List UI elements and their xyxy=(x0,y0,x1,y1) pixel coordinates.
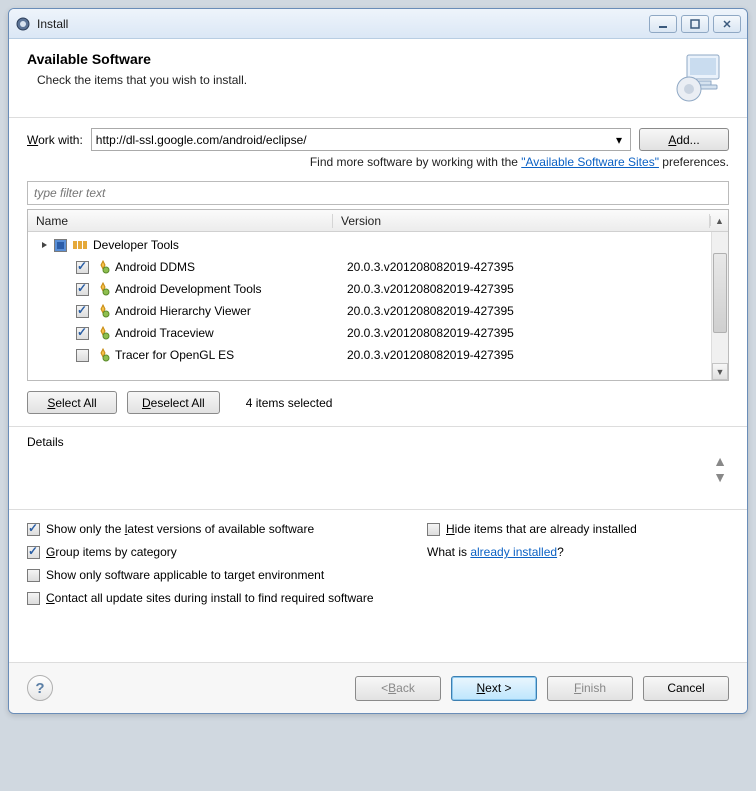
details-expand-icon[interactable]: ▲▼ xyxy=(713,435,729,485)
window-title: Install xyxy=(37,17,649,31)
tree-item-version: 20.0.3.v201208082019-427395 xyxy=(347,282,514,296)
page-title: Available Software xyxy=(27,51,661,67)
scroll-down-button[interactable]: ▼ xyxy=(712,363,728,380)
plugin-icon xyxy=(95,259,111,275)
item-checkbox[interactable] xyxy=(76,327,89,340)
deselect-all-button[interactable]: Deselect All xyxy=(127,391,220,414)
title-bar[interactable]: Install xyxy=(9,9,747,39)
target-env-checkbox[interactable] xyxy=(27,569,40,582)
plugin-icon xyxy=(95,303,111,319)
help-button[interactable]: ? xyxy=(27,675,53,701)
target-env-label: Show only software applicable to target … xyxy=(46,568,324,582)
cancel-button[interactable]: Cancel xyxy=(643,676,729,701)
plugin-icon xyxy=(95,325,111,341)
plugin-icon xyxy=(95,281,111,297)
scroll-up-button[interactable]: ▲ xyxy=(710,216,728,226)
chevron-down-icon[interactable]: ▾ xyxy=(612,133,626,147)
latest-versions-checkbox[interactable] xyxy=(27,523,40,536)
expand-toggle-icon[interactable] xyxy=(40,240,50,250)
tree-item-version: 20.0.3.v201208082019-427395 xyxy=(347,260,514,274)
hide-installed-checkbox[interactable] xyxy=(427,523,440,536)
filter-box[interactable] xyxy=(27,181,729,205)
tree-item-label: Android Traceview xyxy=(115,326,347,340)
wizard-graphic-icon xyxy=(671,51,729,105)
vertical-scrollbar[interactable]: ▼ xyxy=(711,232,728,380)
column-header-name[interactable]: Name xyxy=(28,214,333,228)
tree-item-label: Android Development Tools xyxy=(115,282,347,296)
plugin-icon xyxy=(95,347,111,363)
next-button[interactable]: Next > xyxy=(451,676,537,701)
tree-item-label: Android Hierarchy Viewer xyxy=(115,304,347,318)
minimize-button[interactable] xyxy=(649,15,677,33)
item-checkbox[interactable] xyxy=(76,261,89,274)
filter-input[interactable] xyxy=(34,186,722,200)
find-more-hint: Find more software by working with the "… xyxy=(27,155,729,169)
item-checkbox[interactable] xyxy=(76,349,89,362)
group-by-category-label: Group items by category xyxy=(46,545,177,559)
select-all-button[interactable]: Select All xyxy=(27,391,117,414)
details-label: Details xyxy=(27,435,713,485)
add-button[interactable]: Add... xyxy=(639,128,729,151)
available-sites-link[interactable]: "Available Software Sites" xyxy=(521,155,659,169)
column-header-version[interactable]: Version xyxy=(333,214,710,228)
contact-sites-checkbox[interactable] xyxy=(27,592,40,605)
tree-item-row[interactable]: Android DDMS 20.0.3.v201208082019-427395 xyxy=(28,256,728,278)
item-checkbox[interactable] xyxy=(76,283,89,296)
software-tree: Name Version ▲ xyxy=(27,209,729,381)
tree-item-row[interactable]: Android Development Tools 20.0.3.v201208… xyxy=(28,278,728,300)
finish-button[interactable]: Finish xyxy=(547,676,633,701)
work-with-input[interactable] xyxy=(96,133,612,147)
selection-count: 4 items selected xyxy=(246,396,333,410)
hide-installed-label: Hide items that are already installed xyxy=(446,522,637,536)
maximize-button[interactable] xyxy=(681,15,709,33)
tree-item-version: 20.0.3.v201208082019-427395 xyxy=(347,348,514,362)
item-checkbox[interactable] xyxy=(76,305,89,318)
tree-parent-row[interactable]: Developer Tools xyxy=(28,234,728,256)
already-installed-link[interactable]: already installed xyxy=(470,545,557,559)
tree-item-row[interactable]: Android Traceview 20.0.3.v201208082019-4… xyxy=(28,322,728,344)
back-button[interactable]: < Back xyxy=(355,676,441,701)
close-button[interactable] xyxy=(713,15,741,33)
already-installed-hint: What is already installed? xyxy=(427,545,564,559)
latest-versions-label: Show only the latest versions of availab… xyxy=(46,522,314,536)
tree-item-label: Tracer for OpenGL ES xyxy=(115,348,347,362)
app-icon xyxy=(15,16,31,32)
install-dialog: Install Available Software Check the ite… xyxy=(8,8,748,714)
tree-node-label: Developer Tools xyxy=(93,238,347,252)
page-subtitle: Check the items that you wish to install… xyxy=(27,73,661,87)
category-icon xyxy=(73,237,89,253)
tristate-checkbox[interactable] xyxy=(54,239,67,252)
contact-sites-label: Contact all update sites during install … xyxy=(46,591,374,605)
tree-item-row[interactable]: Tracer for OpenGL ES 20.0.3.v20120808201… xyxy=(28,344,728,366)
group-by-category-checkbox[interactable] xyxy=(27,546,40,559)
wizard-header: Available Software Check the items that … xyxy=(9,39,747,118)
tree-item-version: 20.0.3.v201208082019-427395 xyxy=(347,326,514,340)
scrollbar-thumb[interactable] xyxy=(713,253,727,333)
tree-item-version: 20.0.3.v201208082019-427395 xyxy=(347,304,514,318)
tree-item-label: Android DDMS xyxy=(115,260,347,274)
work-with-combo[interactable]: ▾ xyxy=(91,128,631,151)
work-with-label: Work with: xyxy=(27,133,83,147)
tree-item-row[interactable]: Android Hierarchy Viewer 20.0.3.v2012080… xyxy=(28,300,728,322)
